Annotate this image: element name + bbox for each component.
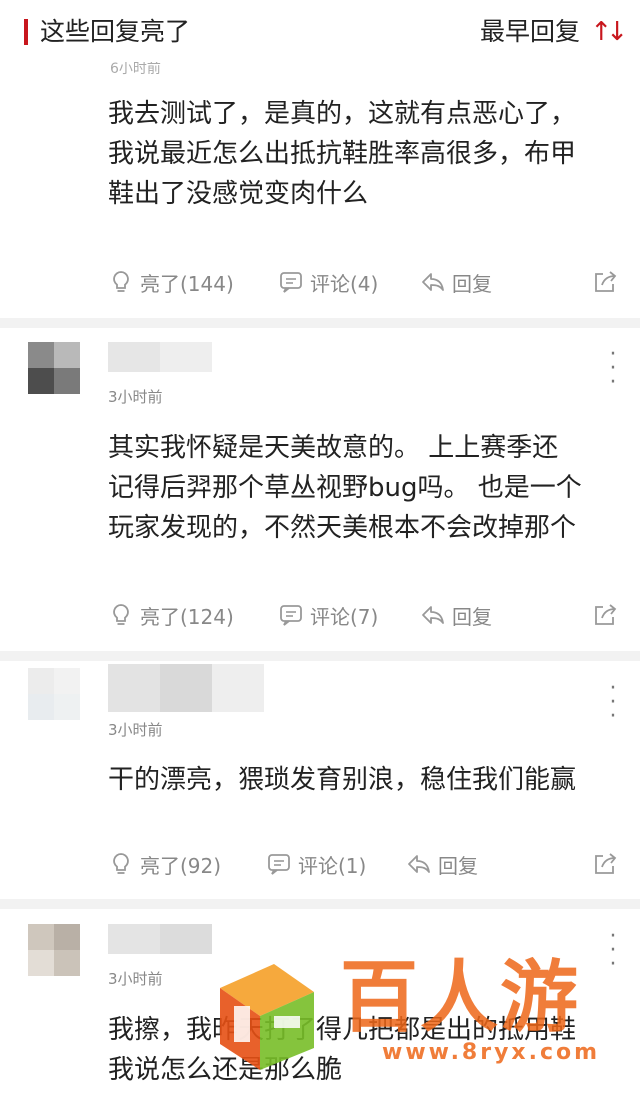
comment-text: 我去测试了，是真的，这就有点恶心了， 我说最近怎么出抵抗鞋胜率高很多，布甲 鞋出… [108,94,620,214]
reply-button[interactable]: 回复 [420,264,492,300]
comment-text-line: 其实我怀疑是天美故意的。 上上赛季还 [108,433,559,463]
share-button[interactable] [590,264,620,300]
comment-text-line: 记得后羿那个草丛视野bug吗。 也是一个 [108,473,582,503]
reply-arrow-icon [422,606,444,624]
comment-text-line: 我说最近怎么出抵抗鞋胜率高很多，布甲 [108,139,577,169]
comment-button[interactable]: 评论(1) [266,846,366,882]
sort-label[interactable]: 最早回复 [480,14,580,50]
comment-time: 3小时前 [108,721,163,739]
share-icon [595,604,617,625]
comment-button[interactable]: 评论(7) [278,597,378,633]
comment-actions: 亮了(92) 评论(1) 回复 [108,846,620,882]
header-accent-bar [24,19,28,45]
username-blurred[interactable] [108,664,264,712]
reply-label: 回复 [438,853,478,878]
lightbulb-icon [113,604,129,625]
comment-text-line: 我说怎么还是那么脆 [108,1055,343,1085]
comment-text-line: 我擦，我昨天打了得几把都是出的抵用鞋 [108,1015,577,1045]
sort-arrows-icon[interactable]: ↑↓ [590,14,627,50]
light-button[interactable]: 亮了(92) [108,846,221,882]
reply-label: 回复 [452,271,492,296]
comment-divider [0,899,640,909]
comment-actions: 亮了(124) 评论(7) 回复 [108,597,620,633]
more-options-icon[interactable]: · · · [608,678,618,728]
comment-button[interactable]: 评论(4) [278,264,378,300]
replies-header: 这些回复亮了 最早回复 ↑↓ [0,0,640,62]
comment-time: 3小时前 [108,970,163,988]
lightbulb-icon [113,271,129,292]
username-blurred[interactable] [108,342,212,372]
share-icon [595,853,617,874]
comment-text-line: 鞋出了没感觉变肉什么 [108,179,369,209]
comment-text-line: 玩家发现的，不然天美根本不会改掉那个 [108,513,577,543]
more-options-icon[interactable]: · · · [608,344,618,394]
comment-count: 评论(4) [310,271,379,296]
comment-divider [0,651,640,661]
reply-arrow-icon [422,273,444,291]
reply-button[interactable]: 回复 [420,597,492,633]
username-blurred[interactable] [108,924,212,954]
more-options-icon[interactable]: · · · [608,926,618,976]
light-count: 亮了(92) [140,853,222,878]
reply-button[interactable]: 回复 [406,846,478,882]
avatar[interactable] [28,342,80,394]
share-icon [595,271,617,292]
avatar[interactable] [28,924,80,976]
reply-arrow-icon [408,855,430,873]
comment-actions: 亮了(144) 评论(4) 回复 [108,264,620,300]
light-count: 亮了(124) [140,604,234,629]
share-button[interactable] [590,846,620,882]
avatar[interactable] [28,668,80,720]
comment-text-line: 我去测试了，是真的，这就有点恶心了， [108,99,577,129]
section-title: 这些回复亮了 [40,17,191,46]
comment-text: 我擦，我昨天打了得几把都是出的抵用鞋 我说怎么还是那么脆 [108,1010,620,1090]
chat-bubble-icon [280,605,302,626]
share-button[interactable] [590,597,620,633]
light-button[interactable]: 亮了(144) [108,264,234,300]
reply-label: 回复 [452,604,492,629]
comment-text-line: 干的漂亮，猥琐发育别浪，稳住我们能赢 [108,765,577,795]
chat-bubble-icon [280,272,302,293]
comment-count: 评论(1) [298,853,367,878]
lightbulb-icon [113,853,129,874]
comment-count: 评论(7) [310,604,379,629]
chat-bubble-icon [268,854,290,875]
comment-time: 3小时前 [108,388,163,406]
comment-divider [0,318,640,328]
light-count: 亮了(144) [140,271,234,296]
comment-text: 干的漂亮，猥琐发育别浪，稳住我们能赢 [108,760,620,800]
comment-text: 其实我怀疑是天美故意的。 上上赛季还 记得后羿那个草丛视野bug吗。 也是一个 … [108,428,620,548]
light-button[interactable]: 亮了(124) [108,597,234,633]
